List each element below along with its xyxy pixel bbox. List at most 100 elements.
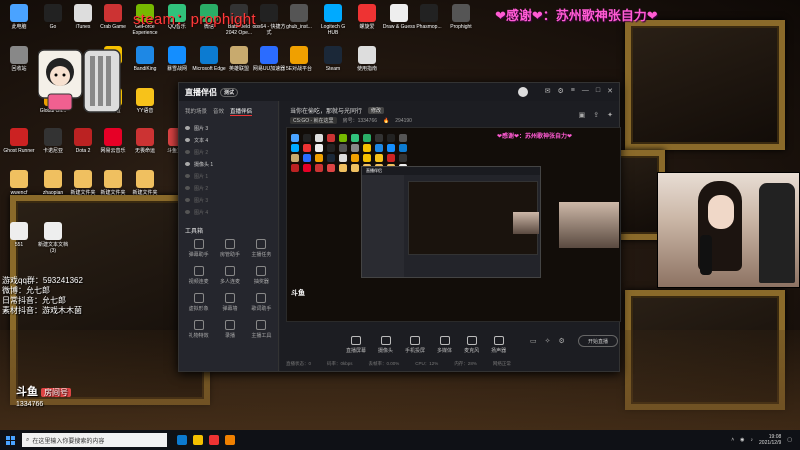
- source-control[interactable]: 多媒体: [437, 336, 452, 354]
- taskbar-app-icon[interactable]: [193, 435, 203, 445]
- chevron-up-icon[interactable]: ˄: [731, 437, 734, 443]
- layer-item[interactable]: 文本 4: [179, 134, 278, 146]
- source-control[interactable]: 摄像头: [378, 336, 393, 354]
- desktop-icon[interactable]: YY语音: [128, 88, 162, 114]
- layer-item[interactable]: 图片 2: [179, 182, 278, 194]
- layer-item[interactable]: 图片 4: [179, 206, 278, 218]
- taskbar-search[interactable]: ⌕ 在这里输入你要搜索的内容: [22, 433, 167, 447]
- eye-icon[interactable]: [185, 174, 190, 178]
- menu-icon[interactable]: ≡: [571, 87, 575, 97]
- tool-item[interactable]: 歌词助手: [246, 293, 277, 312]
- edit-title-button[interactable]: 修改: [368, 107, 385, 114]
- desktop-icon[interactable]: 5E对战平台: [282, 46, 316, 72]
- eye-icon[interactable]: [185, 138, 190, 142]
- desktop-icon[interactable]: 新建文件夹: [96, 170, 130, 196]
- desktop-icon[interactable]: 新建文件夹: [66, 170, 100, 196]
- desktop-icon[interactable]: Draw & Guess: [382, 4, 416, 30]
- desktop-icon[interactable]: 使用指南: [350, 46, 384, 72]
- desktop-icon[interactable]: ghub_inst...: [282, 4, 316, 30]
- tool-item[interactable]: 弹幕助手: [183, 239, 214, 258]
- desktop-icon[interactable]: 551: [2, 222, 36, 248]
- shop-icon[interactable]: ▣: [579, 111, 586, 119]
- eye-icon[interactable]: [185, 186, 190, 190]
- record-icon[interactable]: ▭: [530, 337, 537, 345]
- source-control[interactable]: 扬声器: [491, 336, 506, 354]
- desktop-icon[interactable]: Steam: [316, 46, 350, 72]
- start-live-button[interactable]: 开始直播: [578, 335, 618, 347]
- tool-item[interactable]: 多人连麦: [214, 266, 245, 285]
- network-icon[interactable]: ◉: [740, 437, 744, 443]
- tool-item[interactable]: 抽奖器: [246, 266, 277, 285]
- desktop-icon[interactable]: zhaopian: [36, 170, 70, 196]
- gear-icon[interactable]: ⚙: [559, 337, 565, 345]
- desktop-icon[interactable]: Microsoft Edge: [192, 46, 226, 72]
- tool-item[interactable]: 视频连麦: [183, 266, 214, 285]
- eye-icon[interactable]: [185, 150, 190, 154]
- desktop-icon[interactable]: wwencf: [2, 170, 36, 196]
- tab-my-scenes[interactable]: 我的场景: [185, 107, 207, 116]
- desktop-icon[interactable]: obs64 - 快捷方式: [252, 4, 286, 36]
- tool-item[interactable]: 主播任务: [246, 239, 277, 258]
- eye-icon[interactable]: [185, 198, 190, 202]
- settings-icon[interactable]: ⚙: [558, 87, 564, 97]
- desktop-icon[interactable]: 螺旋爱: [350, 4, 384, 30]
- desktop-icon[interactable]: BandiKing: [128, 46, 162, 72]
- desktop-icon[interactable]: 暴雪战网: [160, 46, 194, 72]
- volume-icon[interactable]: ♪: [751, 437, 754, 443]
- layer-item[interactable]: 图片 2: [179, 146, 278, 158]
- desktop-icon[interactable]: iTunes: [66, 4, 100, 30]
- eye-icon[interactable]: [185, 126, 190, 130]
- desktop-icon[interactable]: 新建文件夹: [128, 170, 162, 196]
- user-avatar[interactable]: [517, 87, 528, 97]
- desktop-icon[interactable]: Ghost Runner: [2, 128, 36, 154]
- desktop-icon[interactable]: Phasmop...: [412, 4, 446, 30]
- effects-icon[interactable]: ✧: [545, 337, 551, 345]
- tool-item[interactable]: 房管助手: [214, 239, 245, 258]
- tool-item[interactable]: 弹幕墙: [214, 293, 245, 312]
- tool-item[interactable]: 礼物特效: [183, 320, 214, 339]
- desktop-icon[interactable]: 此电脑: [2, 4, 36, 30]
- stream-preview[interactable]: ❤感谢❤：苏州歌神张自力❤ 直播伴侣 斗鱼: [286, 127, 621, 322]
- layer-item[interactable]: 图片 1: [179, 170, 278, 182]
- desktop-icon[interactable]: Go: [36, 4, 70, 30]
- eye-icon[interactable]: [185, 210, 190, 214]
- layer-item[interactable]: 摄像头 1: [179, 158, 278, 170]
- desktop-icon[interactable]: 卡诺尼亚: [36, 128, 70, 154]
- minimize-icon[interactable]: —: [582, 87, 589, 97]
- message-icon[interactable]: ✉: [545, 87, 551, 97]
- desktop-icon[interactable]: Dota 2: [66, 128, 100, 154]
- start-button[interactable]: [0, 430, 20, 450]
- source-control[interactable]: 麦克风: [464, 336, 479, 354]
- taskbar-app-icon[interactable]: [177, 435, 187, 445]
- notification-icon[interactable]: ▢: [787, 437, 792, 443]
- webcam-feed: [657, 172, 800, 288]
- category-tag[interactable]: CS:GO - 就在这里: [290, 117, 337, 124]
- desktop-icon[interactable]: 回收站: [2, 46, 36, 72]
- share-icon[interactable]: ⇪: [593, 111, 599, 119]
- desktop-icon[interactable]: 无畏命运: [128, 128, 162, 154]
- layer-item[interactable]: 图片 3: [179, 194, 278, 206]
- desktop-icon[interactable]: Prophight: [444, 4, 478, 30]
- app-badge[interactable]: 测试: [220, 87, 239, 97]
- desktop-icon[interactable]: Logitech G HUB: [316, 4, 350, 36]
- layer-item[interactable]: 图片 3: [179, 122, 278, 134]
- taskbar-app-icon[interactable]: [209, 435, 219, 445]
- maximize-icon[interactable]: □: [596, 87, 600, 97]
- desktop-icon[interactable]: 网易云音乐: [96, 128, 130, 154]
- source-control[interactable]: 直播屏幕: [346, 336, 366, 354]
- tool-item[interactable]: 虚拟形象: [183, 293, 214, 312]
- tab-live-companion[interactable]: 直播伴侣: [230, 107, 253, 116]
- eye-icon[interactable]: [185, 162, 190, 166]
- desktop-icon[interactable]: 新建文本文档(3): [36, 222, 70, 254]
- desktop-icon[interactable]: Crab Game: [96, 4, 130, 30]
- clock[interactable]: 19:08 2021/12/9: [759, 434, 781, 446]
- source-control[interactable]: 手机投屏: [405, 336, 425, 354]
- desktop-icon[interactable]: 英雄联盟: [222, 46, 256, 72]
- tab-sound[interactable]: 音效: [213, 107, 224, 116]
- gift-icon[interactable]: ✦: [607, 111, 613, 119]
- tool-item[interactable]: 主播工具: [246, 320, 277, 339]
- close-icon[interactable]: ✕: [607, 87, 613, 97]
- desktop-icon[interactable]: 网易UU加速器: [252, 46, 286, 72]
- tool-item[interactable]: 录播: [214, 320, 245, 339]
- taskbar-app-icon[interactable]: [225, 435, 235, 445]
